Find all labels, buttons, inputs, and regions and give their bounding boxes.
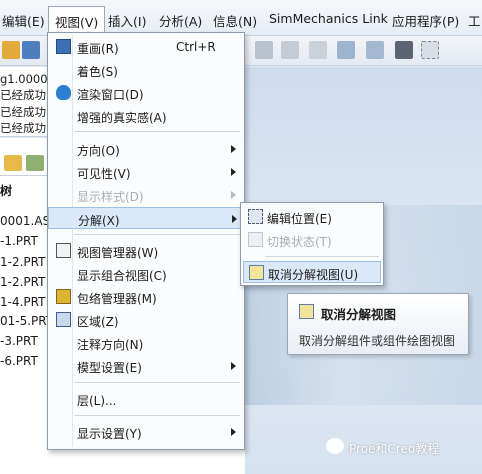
menu-item-explode[interactable]: 分解(X) [48, 207, 244, 229]
menu-item-label: 显示设置(Y) [77, 427, 142, 441]
submenu-arrow-icon [231, 168, 236, 176]
menu-item-label: 分解(X) [78, 214, 120, 228]
submenu-item-edit-position[interactable]: 编辑位置(E) [243, 206, 381, 228]
menu-item-shade[interactable]: 着色(S) [48, 59, 244, 81]
menu-separator [74, 382, 240, 383]
message-line: 已经成功 [0, 88, 46, 102]
folder-icon[interactable] [4, 155, 22, 171]
menu-item-label: 注释方向(N) [77, 338, 144, 352]
unexplode-icon [249, 265, 264, 280]
tooltip: 取消分解视图 取消分解组件或组件绘图视图 [287, 293, 469, 355]
tree-item[interactable]: 01-5.PRT [0, 314, 53, 328]
submenu-arrow-icon [232, 215, 237, 223]
tree-item[interactable]: 0001.AS [0, 214, 50, 228]
menu-item-label: 重画(R) [77, 42, 119, 56]
menu-item-label: 包络管理器(M) [77, 292, 157, 306]
menu-edit[interactable]: 编辑(E) [2, 11, 45, 30]
menu-separator [74, 415, 240, 416]
copy-icon[interactable] [255, 41, 273, 59]
menu-analysis[interactable]: 分析(A) [159, 11, 202, 30]
menu-item-label: 着色(S) [77, 65, 118, 79]
menu-item-label: 方向(O) [77, 144, 120, 158]
submenu-arrow-icon [231, 191, 236, 199]
menu-view[interactable]: 视图(V) [48, 6, 106, 32]
select-box-icon[interactable] [421, 41, 439, 59]
watermark-text: Proe和Creo教程 [349, 442, 440, 456]
tree-item[interactable]: -6.PRT [0, 354, 38, 368]
menu-item-repaint[interactable]: 重画(R) Ctrl+R [48, 36, 244, 58]
menu-item-model-setup[interactable]: 模型设置(E) [48, 355, 244, 377]
menu-item-label: 渲染窗口(D) [77, 88, 144, 102]
menu-item-label: 层(L)... [77, 394, 117, 408]
menu-item-display-settings[interactable]: 显示设置(Y) [48, 421, 244, 443]
menu-separator [74, 131, 240, 132]
submenu-arrow-icon [231, 428, 236, 436]
repaint-icon [56, 39, 71, 54]
binoculars-icon[interactable] [395, 41, 413, 59]
tree-item[interactable]: 1-2.PRT [0, 255, 45, 269]
submenu-item-unexplode-view[interactable]: 取消分解视图(U) [243, 261, 381, 283]
tree-item[interactable]: -3.PRT [0, 334, 38, 348]
submenu-item-toggle-state: 切换状态(T) [243, 229, 381, 251]
tooltip-description: 取消分解组件或组件绘图视图 [299, 334, 456, 348]
menu-item-label: 显示组合视图(C) [77, 269, 167, 283]
regenerate-icon[interactable] [2, 41, 20, 59]
find-icon[interactable] [366, 41, 384, 59]
menu-item-view-manager[interactable]: 视图管理器(W) [48, 240, 244, 262]
explode-submenu: 编辑位置(E) 切换状态(T) 取消分解视图(U) [240, 202, 384, 286]
menu-item-display-style: 显示样式(D) [48, 184, 244, 206]
submenu-arrow-icon [231, 145, 236, 153]
menu-item-enhanced-realism[interactable]: 增强的真实感(A) [48, 105, 244, 127]
message-line: 已经成功 [0, 121, 46, 135]
menu-info[interactable]: 信息(N) [213, 11, 257, 30]
tree-item[interactable]: -1.PRT [0, 234, 38, 248]
menu-simmechanics-link[interactable]: SimMechanics Link [269, 11, 388, 26]
regenerate-list-icon[interactable] [337, 41, 355, 59]
view-menu-dropdown: 重画(R) Ctrl+R 着色(S) 渲染窗口(D) 增强的真实感(A) 方向(… [47, 32, 245, 450]
submenu-item-label: 编辑位置(E) [267, 212, 332, 226]
paste-icon[interactable] [281, 41, 299, 59]
menu-item-label: 显示样式(D) [77, 190, 144, 204]
paste-special-icon[interactable] [309, 41, 327, 59]
menu-separator [265, 256, 379, 257]
edit-position-icon [248, 209, 263, 224]
envelope-icon [56, 289, 71, 304]
tree-tab-icon[interactable] [26, 155, 44, 171]
tree-header: 树 [0, 184, 13, 198]
menu-bar: 编辑(E) 视图(V) 插入(I) 分析(A) 信息(N) SimMechani… [0, 0, 482, 36]
menu-item-annotation-orientation[interactable]: 注释方向(N) [48, 332, 244, 354]
menu-separator [74, 234, 240, 235]
menu-item-label: 可见性(V) [77, 167, 131, 181]
unexplode-icon [299, 304, 314, 319]
menu-applications[interactable]: 应用程序(P) [392, 11, 459, 30]
menu-item-orientation[interactable]: 方向(O) [48, 138, 244, 160]
menu-item-shortcut: Ctrl+R [176, 40, 216, 54]
tree-item[interactable]: 1-2.PRT [0, 275, 45, 289]
menu-item-visibility[interactable]: 可见性(V) [48, 161, 244, 183]
submenu-arrow-icon [231, 362, 236, 370]
menu-item-envelope-manager[interactable]: 包络管理器(M) [48, 286, 244, 308]
teapot-icon [56, 85, 71, 100]
menu-item-label: 视图管理器(W) [77, 246, 159, 260]
menu-item-show-combined-views[interactable]: 显示组合视图(C) [48, 263, 244, 285]
menu-tools[interactable]: 工 [468, 11, 481, 30]
menu-item-render-window[interactable]: 渲染窗口(D) [48, 82, 244, 104]
wechat-icon [326, 438, 344, 454]
message-line: 已经成功 [0, 105, 46, 119]
tree-item[interactable]: 1-4.PRT [0, 295, 45, 309]
menu-item-label: 增强的真实感(A) [77, 111, 167, 125]
submenu-item-label: 取消分解视图(U) [268, 268, 359, 282]
menu-item-label: 模型设置(E) [77, 361, 142, 375]
menu-insert[interactable]: 插入(I) [108, 11, 146, 30]
menu-item-layers[interactable]: 层(L)... [48, 388, 244, 410]
view-manager-icon [56, 243, 71, 258]
menu-item-zones[interactable]: 区域(Z) [48, 309, 244, 331]
menu-item-label: 区域(Z) [77, 315, 119, 329]
submenu-item-label: 切换状态(T) [267, 235, 332, 249]
zone-icon [56, 312, 71, 327]
toggle-state-icon [248, 232, 263, 247]
save-icon[interactable] [22, 41, 40, 59]
tooltip-title: 取消分解视图 [321, 307, 397, 322]
